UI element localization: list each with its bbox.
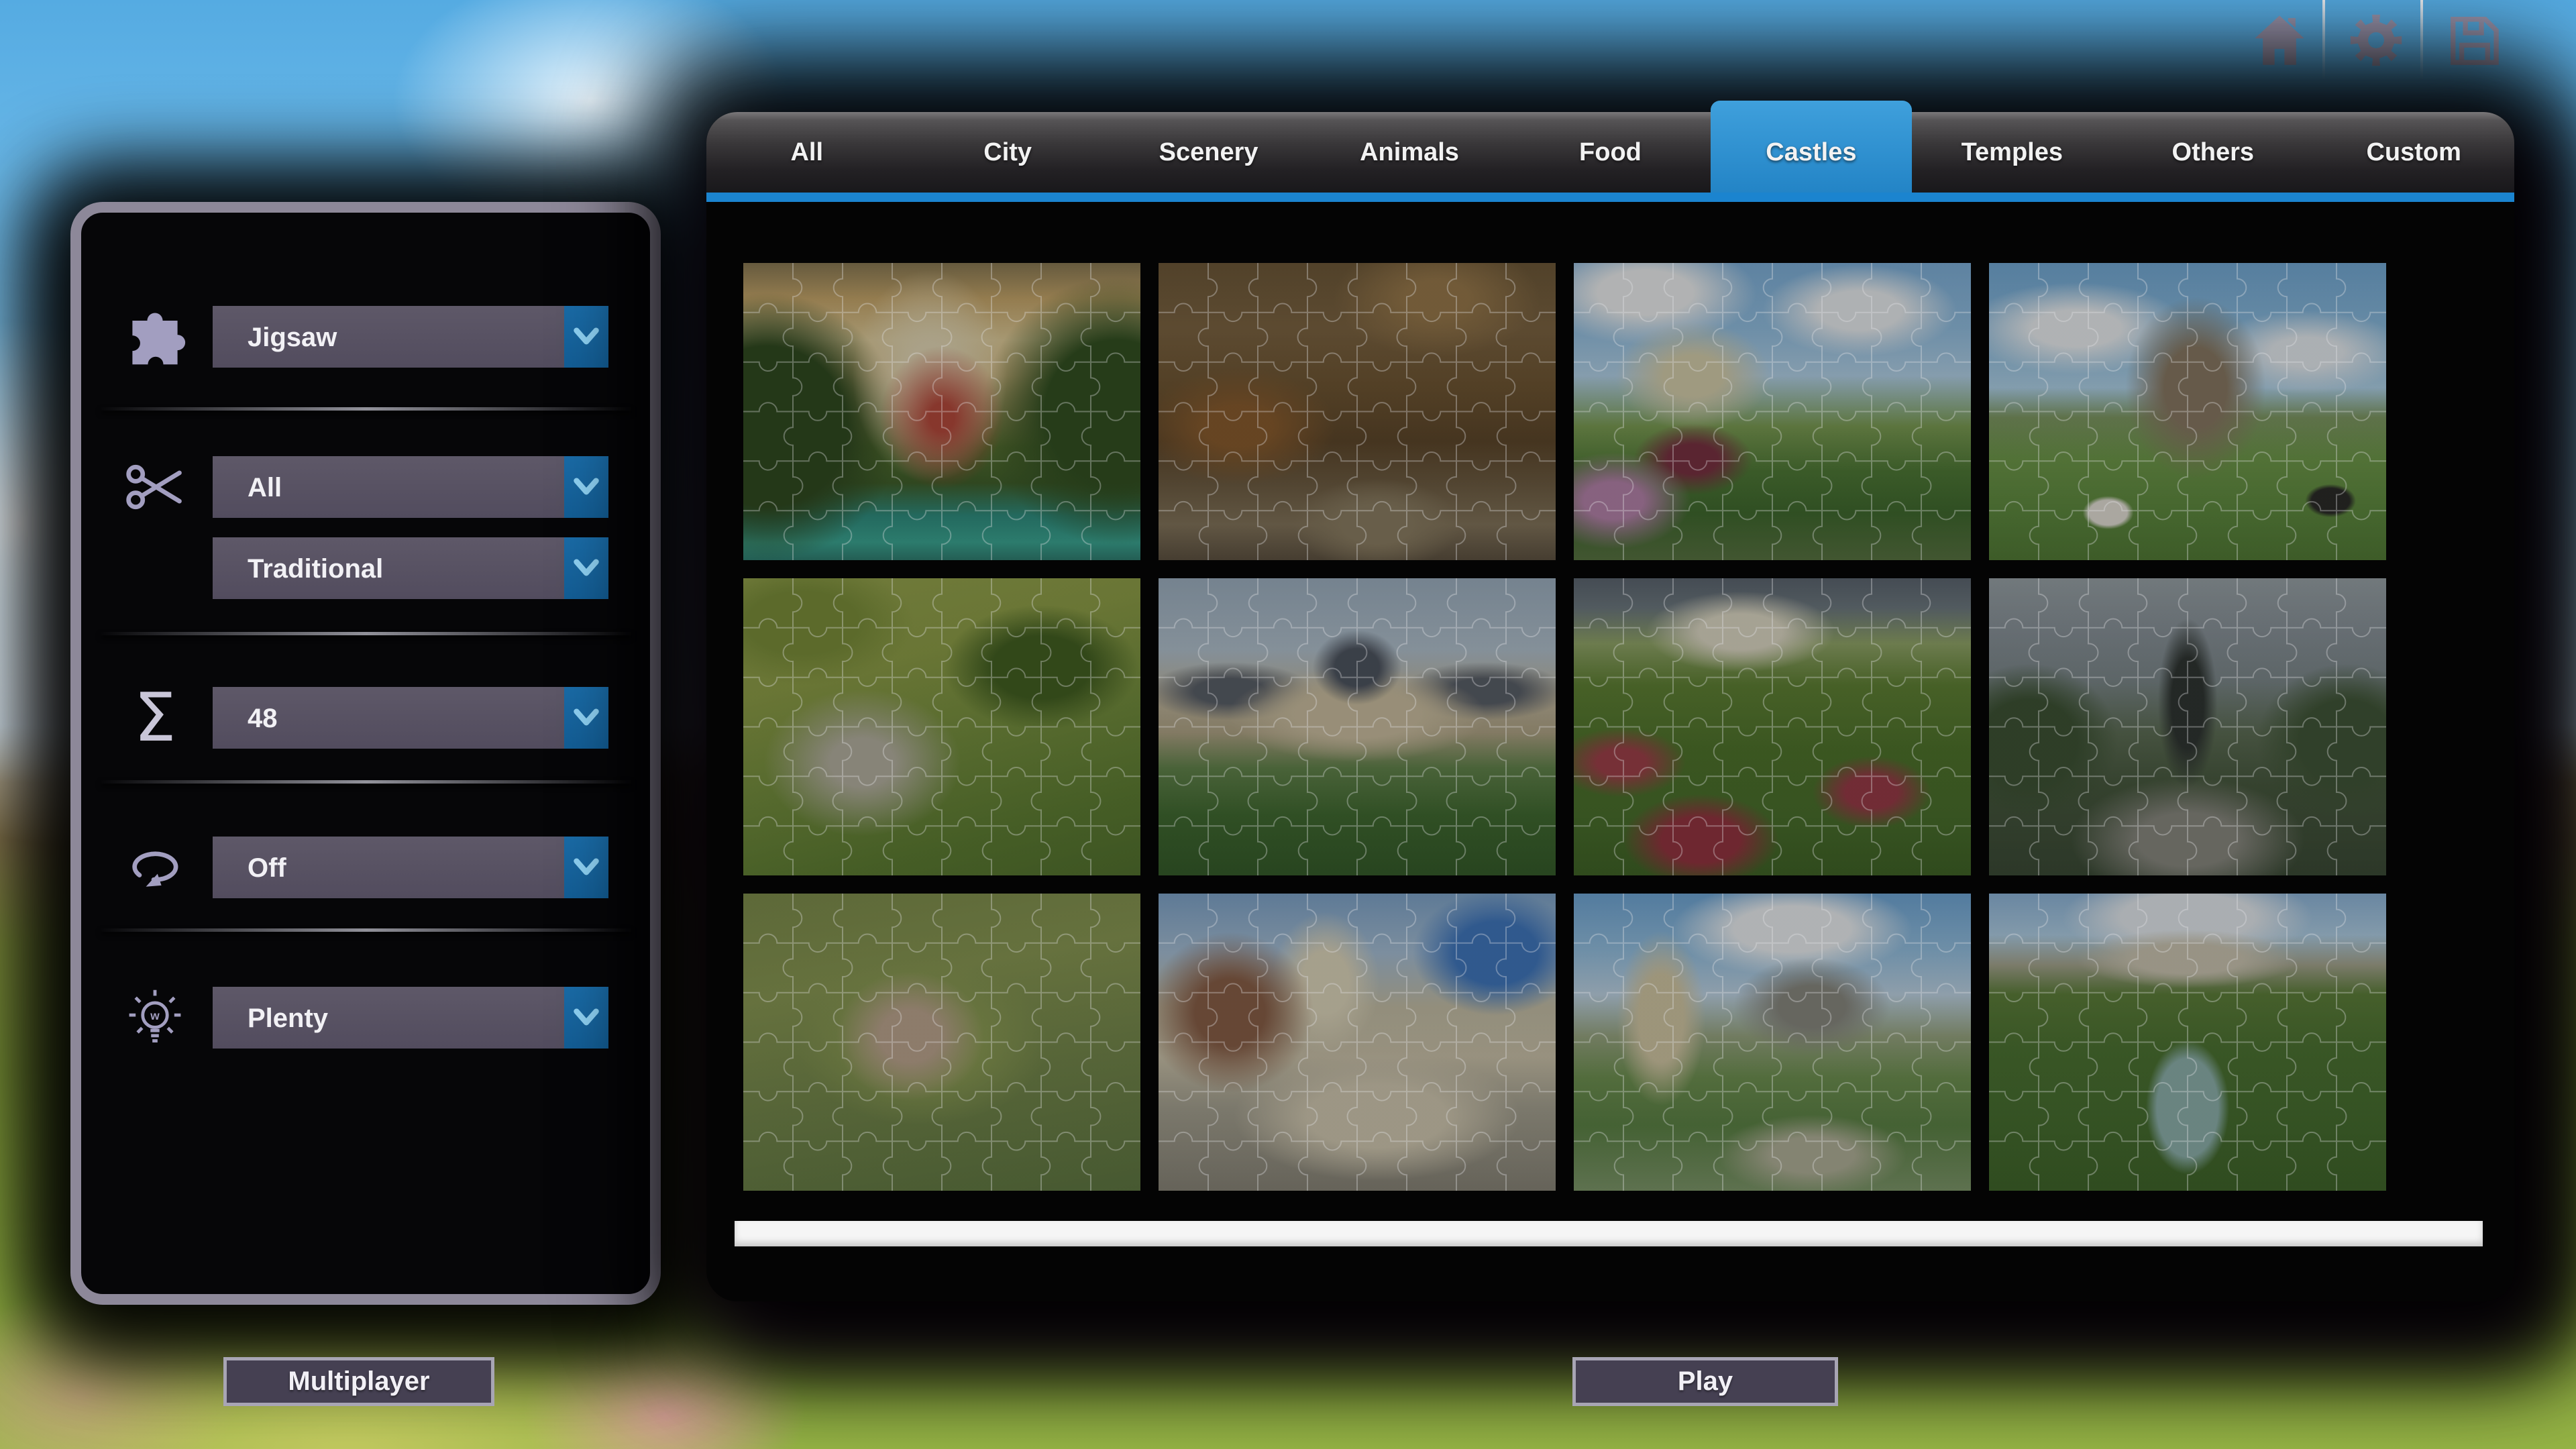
jigsaw-pieces-overlay	[1989, 263, 2386, 560]
puzzle-thumbnail-castle-lake-sunset[interactable]	[743, 263, 1140, 560]
puzzle-thumbnail-castle-ruins-aerial[interactable]	[743, 578, 1140, 875]
puzzle-thumbnail-star-fortress-aerial[interactable]	[743, 894, 1140, 1191]
panel-divider	[101, 632, 631, 635]
panel-divider	[101, 407, 631, 411]
jigsaw-pieces-overlay	[1159, 578, 1556, 875]
scissors-icon-wrap	[111, 451, 199, 523]
dropdown-open-button[interactable]	[564, 306, 608, 368]
jigsaw-pieces-overlay	[743, 894, 1140, 1191]
dropdown-open-button[interactable]	[564, 837, 608, 898]
chevron-down-icon	[574, 327, 599, 345]
jigsaw-pieces-overlay	[1989, 578, 2386, 875]
jigsaw-pieces-overlay	[743, 578, 1140, 875]
dropdown-traditional[interactable]: Traditional	[213, 537, 608, 599]
setting-row-48: Σ 48	[81, 684, 650, 751]
svg-text:w: w	[150, 1009, 160, 1022]
puzzle-thumbnail-cheverny-garden-canal[interactable]	[1989, 894, 2386, 1191]
tab-food[interactable]: Food	[1510, 112, 1711, 193]
play-button[interactable]: Play	[1572, 1357, 1838, 1406]
setting-row-off: Off	[81, 837, 650, 898]
setting-row-traditional: Traditional	[81, 537, 650, 599]
dropdown-open-button[interactable]	[564, 456, 608, 518]
tab-castles[interactable]: Castles	[1711, 101, 1912, 193]
puzzle-thumbnail-vaux-le-vicomte-palace[interactable]	[1159, 578, 1556, 875]
category-tabbar: All City Scenery Animals Food Castles Temples O…	[706, 101, 2514, 193]
jigsaw-pieces-overlay	[1574, 894, 1971, 1191]
puzzle-thumbnail-chenonceau-tower[interactable]	[1574, 894, 1971, 1191]
dropdown-open-button[interactable]	[564, 687, 608, 749]
dropdown-value: 48	[248, 704, 278, 733]
dropdown-plenty[interactable]: Plenty	[213, 987, 608, 1049]
jigsaw-pieces-overlay	[1574, 578, 1971, 875]
puzzle-thumbnail-mont-saint-michel-sheep[interactable]	[1989, 263, 2386, 560]
gear-icon	[2350, 14, 2402, 66]
tab-custom[interactable]: Custom	[2314, 112, 2514, 193]
icon-separator	[2420, 0, 2423, 79]
multiplayer-button[interactable]: Multiplayer	[223, 1357, 494, 1406]
setting-row-all: All	[81, 456, 650, 518]
save-button[interactable]	[2443, 8, 2505, 72]
chevron-down-icon	[574, 858, 599, 875]
horizontal-scrollbar[interactable]	[735, 1221, 2483, 1246]
puzzle-thumbnail-autumn-river-village[interactable]	[1159, 263, 1556, 560]
tab-animals[interactable]: Animals	[1309, 112, 1509, 193]
save-icon	[2451, 17, 2499, 65]
chevron-down-icon	[574, 559, 599, 576]
dropdown-value: Off	[248, 853, 286, 883]
hint-bulb-icon: w	[129, 989, 181, 1042]
setting-row-jigsaw: Jigsaw	[81, 306, 650, 368]
dropdown-value: Plenty	[248, 1004, 329, 1033]
panel-divider	[101, 928, 631, 932]
rotation-icon-wrap	[111, 831, 199, 904]
tab-city[interactable]: City	[907, 112, 1108, 193]
settings-button[interactable]	[2345, 8, 2407, 72]
home-button[interactable]	[2249, 8, 2310, 72]
puzzle-thumbnail-montsoreau-chateau-garden[interactable]	[1574, 263, 1971, 560]
icon-separator	[2322, 0, 2325, 79]
tab-temples[interactable]: Temples	[1912, 112, 2112, 193]
jigsaw-pieces-overlay	[1989, 894, 2386, 1191]
jigsaw-pieces-overlay	[1574, 263, 1971, 560]
jigsaw-pieces-overlay	[1159, 263, 1556, 560]
setting-row-plenty: w Plenty	[81, 987, 650, 1049]
chevron-down-icon	[574, 708, 599, 726]
dropdown-all[interactable]: All	[213, 456, 608, 518]
jigsaw-pieces-overlay	[1159, 894, 1556, 1191]
dropdown-value: Jigsaw	[248, 323, 337, 352]
dropdown-open-button[interactable]	[564, 987, 608, 1049]
dropdown-value: Traditional	[248, 554, 384, 584]
panel-divider	[101, 780, 631, 784]
puzzle-thumbnail-garden-fountain-statue[interactable]	[1989, 578, 2386, 875]
scissors-icon	[126, 464, 182, 510]
chevron-down-icon	[574, 1008, 599, 1026]
dropdown-off[interactable]: Off	[213, 837, 608, 898]
tabbar-accent-line	[706, 193, 2514, 202]
image-gallery-panel: All City Scenery Animals Food Castles Temples O…	[706, 101, 2514, 1301]
home-icon	[2255, 15, 2304, 65]
sigma-icon-wrap: Σ	[111, 682, 199, 754]
dropdown-48[interactable]: 48	[213, 687, 608, 749]
sigma-icon: Σ	[133, 678, 176, 757]
chevron-down-icon	[574, 478, 599, 495]
hint-bulb-icon-wrap: w	[111, 981, 199, 1054]
puzzle-piece-icon	[132, 313, 186, 365]
puzzle-thumbnail-chambord-rooftops[interactable]	[1159, 894, 1556, 1191]
tab-others[interactable]: Others	[2112, 112, 2313, 193]
tab-scenery[interactable]: Scenery	[1108, 112, 1309, 193]
jigsaw-pieces-overlay	[743, 263, 1140, 560]
puzzle-thumbnail-villandry-gardens[interactable]	[1574, 578, 1971, 875]
dropdown-open-button[interactable]	[564, 537, 608, 599]
dropdown-value: All	[248, 473, 282, 502]
dropdown-jigsaw[interactable]: Jigsaw	[213, 306, 608, 368]
puzzle-settings-panel: Jigsaw All Traditional Σ 48 Off w Plenty	[70, 202, 661, 1305]
tab-all[interactable]: All	[706, 112, 907, 193]
game-screen: Jigsaw All Traditional Σ 48 Off w Plenty All Cit…	[0, 0, 2576, 1449]
rotation-icon	[132, 851, 178, 887]
puzzle-piece-icon-wrap	[111, 301, 199, 373]
